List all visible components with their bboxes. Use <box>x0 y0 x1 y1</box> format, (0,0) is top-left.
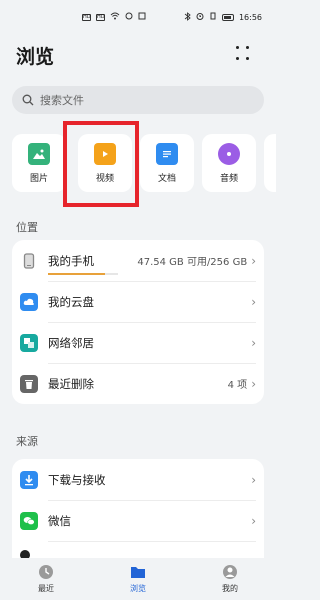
cloud-icon <box>20 292 38 311</box>
location-group: 我的手机 47.54 GB 可用/256 GB › 我的云盘 › 网络邻居 › … <box>12 240 264 404</box>
partial-icon <box>20 549 30 558</box>
nav-mine[interactable]: 我的 <box>200 564 260 594</box>
profile-icon <box>222 564 238 580</box>
status-left: HD HD <box>82 12 146 22</box>
wifi-icon <box>110 12 120 22</box>
status-time: 16:56 <box>238 12 262 22</box>
folder-icon <box>130 564 146 580</box>
list-item-label: 下载与接收 <box>48 472 106 487</box>
category-row: 图片 视频 文档 音频 <box>12 134 276 192</box>
chevron-right-icon: › <box>251 472 256 487</box>
audio-icon <box>218 142 240 165</box>
wechat-icon <box>20 511 38 530</box>
status-bar: HD HD 16:56 <box>0 0 276 34</box>
notification-icon <box>125 12 133 22</box>
battery-icon <box>221 13 234 21</box>
chevron-right-icon: › <box>251 253 256 268</box>
list-item-label: 我的云盘 <box>48 294 94 309</box>
sources-group: 下载与接收 › 微信 › <box>12 459 264 558</box>
list-item-label: 最近删除 <box>48 376 94 391</box>
list-item-downloads[interactable]: 下载与接收 › <box>12 459 264 500</box>
category-label: 文档 <box>157 173 176 184</box>
nav-browse[interactable]: 浏览 <box>108 564 168 594</box>
section-label-sources: 来源 <box>16 435 38 448</box>
clock-icon <box>38 564 54 580</box>
download-icon <box>20 470 38 489</box>
trash-icon <box>20 374 38 393</box>
storage-value: 47.54 GB 可用/256 GB <box>137 257 248 268</box>
storage-progress-fill <box>48 273 105 275</box>
document-icon <box>156 142 178 165</box>
chevron-right-icon: › <box>251 335 256 350</box>
category-label: 音频 <box>219 173 238 184</box>
category-images[interactable]: 图片 <box>12 134 66 192</box>
category-audio[interactable]: 音频 <box>202 134 256 192</box>
chevron-right-icon: › <box>251 376 256 391</box>
bluetooth-icon <box>184 11 191 23</box>
vibrate-icon <box>209 12 217 22</box>
nav-label: 最近 <box>38 584 54 593</box>
list-item-label: 我的手机 <box>48 253 94 268</box>
category-documents[interactable]: 文档 <box>140 134 194 192</box>
signal-icon-2: HD <box>96 13 105 21</box>
nav-recent[interactable]: 最近 <box>16 564 76 594</box>
network-icon <box>20 333 38 352</box>
search-icon <box>22 94 34 106</box>
chevron-right-icon: › <box>251 513 256 528</box>
list-item-partial[interactable] <box>12 541 264 558</box>
more-options-icon[interactable] <box>234 46 252 62</box>
bottom-navigation: 最近 浏览 我的 <box>0 558 276 600</box>
image-icon <box>28 142 50 165</box>
status-right: 16:56 <box>184 11 262 23</box>
storage-progress-bar <box>48 273 118 275</box>
page-title: 浏览 <box>16 46 55 68</box>
category-label: 图片 <box>29 173 48 184</box>
list-item-my-phone[interactable]: 我的手机 47.54 GB 可用/256 GB › <box>12 240 264 281</box>
phone-icon <box>20 252 38 270</box>
deleted-count: 4 项 <box>227 380 248 391</box>
signal-icon: HD <box>82 13 91 21</box>
nav-label: 浏览 <box>130 584 146 593</box>
nav-label: 我的 <box>222 584 238 593</box>
section-label-location: 位置 <box>16 221 38 234</box>
highlight-box <box>63 121 139 207</box>
list-item-wechat[interactable]: 微信 › <box>12 500 264 541</box>
list-item-my-cloud[interactable]: 我的云盘 › <box>12 281 264 322</box>
search-input[interactable]: 搜索文件 <box>12 86 264 114</box>
search-placeholder: 搜索文件 <box>40 94 84 107</box>
list-item-network[interactable]: 网络邻居 › <box>12 322 264 363</box>
list-item-label: 网络邻居 <box>48 335 94 350</box>
list-item-label: 微信 <box>48 513 71 528</box>
list-item-recently-deleted[interactable]: 最近删除 4 项 › <box>12 363 264 404</box>
category-next-partial[interactable] <box>264 134 276 192</box>
chevron-right-icon: › <box>251 294 256 309</box>
alarm-icon <box>196 12 204 22</box>
notification-icon-2 <box>138 12 146 22</box>
